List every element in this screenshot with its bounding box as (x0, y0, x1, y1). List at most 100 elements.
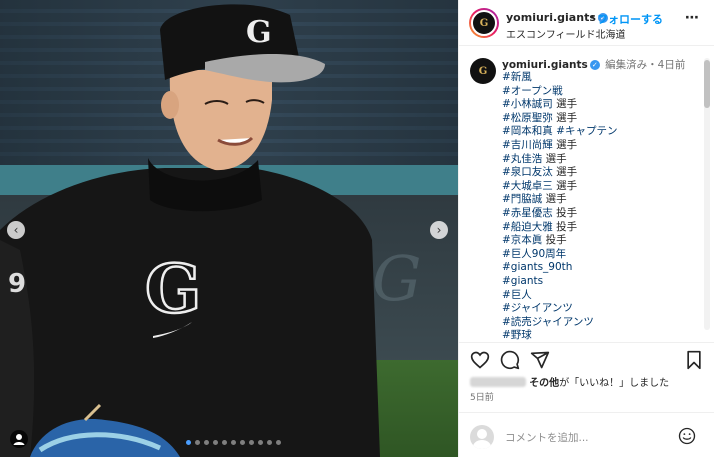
hashtag-link[interactable]: #野球 (502, 329, 532, 341)
hashtag-link[interactable]: #吉川尚輝 (502, 139, 553, 151)
hashtag-link[interactable]: #巨人 (502, 289, 532, 301)
caption-line: #ジャイアンツ (502, 302, 617, 316)
carousel-dot (258, 440, 263, 445)
carousel-dot (276, 440, 281, 445)
comment-icon[interactable] (500, 350, 520, 370)
hashtag-link[interactable]: #松原聖弥 (502, 112, 553, 124)
carousel-dot (231, 440, 236, 445)
caption-line: #読売ジャイアンツ (502, 316, 617, 330)
current-user-avatar (470, 425, 494, 449)
hashtag-link[interactable]: #京本眞 (502, 234, 542, 246)
caption-text-segment: 選手 (552, 138, 578, 151)
caption-text-segment: 投手 (552, 206, 578, 219)
carousel-dot (249, 440, 254, 445)
player-illustration: G G G 9 (0, 4, 422, 457)
caption-text: #新風 #オープン戦 #小林誠司 選手 #松原聖弥 選手 #岡本和真 #キャプテン #吉川… (502, 71, 617, 342)
likes-summary[interactable]: その他が「いいね！」しました (470, 374, 669, 389)
post-sidebar: G yomiuri.giants ✓ • フォローする エスコンフィールド北海道 … (458, 0, 714, 457)
verified-badge-icon: ✓ (589, 60, 600, 70)
svg-text:G: G (145, 250, 201, 328)
hashtag-link[interactable]: #丸佳浩 (502, 153, 542, 165)
caption-text-segment: 選手 (552, 111, 578, 124)
emoji-icon[interactable] (678, 427, 696, 445)
caption-line: #岡本和真 #キャプテン (502, 125, 617, 139)
hashtag-link[interactable]: #読売ジャイアンツ (502, 316, 594, 328)
caption-text-segment: 選手 (542, 152, 567, 165)
hashtag-link[interactable]: #大城卓三 (502, 180, 553, 192)
caption-line: #巨人 (502, 289, 617, 303)
action-bar (459, 342, 714, 374)
carousel-prev-button[interactable]: ‹ (7, 221, 25, 239)
caption-line: #野球 (502, 329, 617, 342)
svg-text:G: G (246, 15, 272, 50)
caption-header: yomiuri.giants ✓ 編集済み・4日前 (502, 57, 685, 72)
hashtag-link[interactable]: #giants_90th (502, 261, 572, 273)
hashtag-link[interactable]: #門脇誠 (502, 193, 542, 205)
username-text: yomiuri.giants (506, 11, 596, 24)
hashtag-link[interactable]: #船迫大雅 (502, 221, 553, 233)
hashtag-link[interactable]: #赤星優志 (502, 207, 553, 219)
carousel-next-button[interactable]: › (430, 221, 448, 239)
header-separator: • (589, 11, 596, 24)
hashtag-link[interactable]: #ジャイアンツ (502, 302, 573, 314)
carousel-dot (204, 440, 209, 445)
caption-line: #丸佳浩 選手 (502, 153, 617, 167)
svg-text:G: G (372, 242, 422, 315)
caption-line: #オープン戦 (502, 85, 617, 99)
heart-icon[interactable] (470, 350, 490, 370)
hashtag-link[interactable]: #岡本和真 (502, 125, 553, 137)
caption-text-segment: 選手 (542, 193, 567, 206)
post-photo[interactable]: G G G 9 ‹ › (0, 0, 458, 457)
caption-line: #新風 (502, 71, 617, 85)
caption-line: #小林誠司 選手 (502, 98, 617, 112)
likes-others: その他 (529, 378, 560, 389)
carousel-indicator (186, 440, 281, 445)
likes-suffix: が「いいね！」しました (559, 378, 670, 389)
profile-avatar-ring[interactable]: G (469, 8, 499, 38)
hashtag-link[interactable]: #新風 (502, 71, 532, 83)
caption-avatar[interactable]: G (470, 58, 496, 84)
location-link[interactable]: エスコンフィールド北海道 (506, 26, 626, 41)
carousel-dot (222, 440, 227, 445)
caption-line: #giants_90th (502, 261, 617, 275)
hashtag-link[interactable]: #giants (502, 275, 543, 287)
comment-bar: コメントを追加... (459, 412, 714, 457)
carousel-dot (195, 440, 200, 445)
caption-text-segment: 選手 (552, 98, 578, 111)
follow-button[interactable]: フォローする (597, 11, 663, 27)
caption-username[interactable]: yomiuri.giants (502, 59, 588, 71)
caption-text-segment: 投手 (552, 220, 578, 233)
caption-text-segment: 選手 (552, 179, 578, 192)
caption-scrollbar-thumb[interactable] (704, 60, 710, 108)
caption-text-segment: 投手 (542, 234, 567, 247)
caption-line: #泉口友汰 選手 (502, 166, 617, 180)
bookmark-icon[interactable] (685, 350, 703, 370)
hashtag-link[interactable]: #巨人90周年 (502, 248, 566, 260)
post-header: G yomiuri.giants ✓ • フォローする エスコンフィールド北海道 … (459, 0, 714, 46)
hashtag-link[interactable]: #泉口友汰 (502, 166, 553, 178)
caption-meta: 編集済み・4日前 (605, 59, 686, 71)
caption-line: #大城卓三 選手 (502, 180, 617, 194)
hashtag-link[interactable]: #キャプテン (556, 125, 617, 137)
hashtag-link[interactable]: #小林誠司 (502, 98, 553, 110)
caption-line: #門脇誠 選手 (502, 193, 617, 207)
caption-line: #松原聖弥 選手 (502, 112, 617, 126)
post-timestamp[interactable]: 5日前 (470, 390, 494, 403)
carousel-dot (213, 440, 218, 445)
carousel-dot (186, 440, 191, 445)
user-tag-icon[interactable] (10, 430, 28, 448)
svg-text:9: 9 (8, 269, 26, 299)
caption-line: #赤星優志 投手 (502, 207, 617, 221)
caption-line: #京本眞 投手 (502, 234, 617, 248)
comment-input[interactable]: コメントを追加... (505, 430, 589, 445)
hashtag-link[interactable]: #オープン戦 (502, 85, 563, 97)
avatar: G (471, 10, 497, 36)
caption-line: #giants (502, 275, 617, 289)
share-icon[interactable] (530, 350, 550, 370)
caption-area: G yomiuri.giants ✓ 編集済み・4日前 #新風 #オープン戦 #小林誠… (459, 46, 714, 342)
more-options-icon[interactable]: ⋯ (685, 10, 700, 26)
caption-line: #船迫大雅 投手 (502, 221, 617, 235)
caption-line: #巨人90周年 (502, 248, 617, 262)
carousel-dot (240, 440, 245, 445)
caption-text-segment: 選手 (552, 166, 578, 179)
